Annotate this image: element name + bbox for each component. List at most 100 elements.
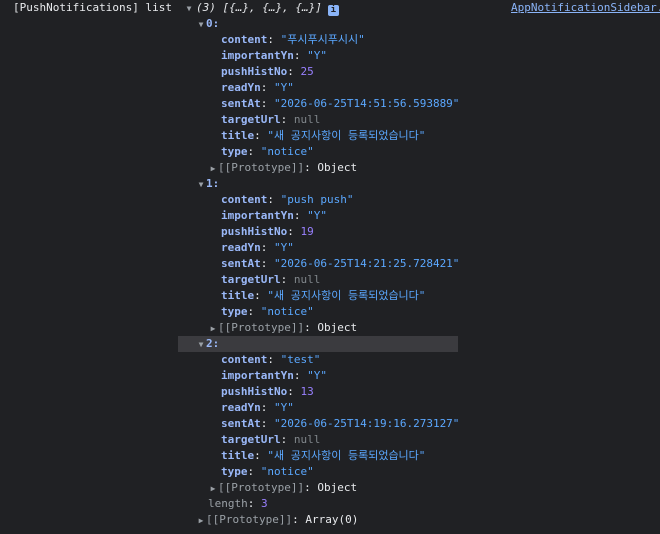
length-value: 3: [261, 497, 268, 510]
punctuation: :: [267, 193, 281, 206]
property: importantYn: "Y": [221, 48, 327, 64]
property: title: "새 공지사항이 등록되었습니다": [221, 448, 425, 464]
caret-right-icon: ▶: [210, 324, 216, 333]
punctuation: :: [304, 481, 318, 494]
property-value: "Y": [274, 81, 294, 94]
property-key: sentAt: [221, 417, 261, 430]
array-index-row: ▼ 2:: [178, 336, 458, 352]
property-row: type: "notice": [0, 304, 660, 320]
property-value: "Y": [307, 49, 327, 62]
punctuation: :: [247, 497, 261, 510]
property-row: content: "push push": [0, 192, 660, 208]
property-row: pushHistNo: 13: [0, 384, 660, 400]
property-row: targetUrl: null: [0, 272, 660, 288]
property-value: "notice": [260, 145, 314, 158]
property-value: "push push": [280, 193, 354, 206]
property-value: "notice": [260, 465, 314, 478]
property-value: "2026-06-25T14:21:25.728421": [274, 257, 460, 270]
caret-down-icon: ▼: [198, 340, 204, 349]
property-key: importantYn: [221, 369, 294, 382]
property: type: "notice": [221, 304, 314, 320]
property: content: "푸시푸시푸시시": [221, 32, 365, 48]
property-row: pushHistNo: 25: [0, 64, 660, 80]
property: type: "notice": [221, 144, 314, 160]
prototype-value: Object: [317, 321, 358, 334]
property: readYn: "Y": [221, 80, 294, 96]
property-row: readYn: "Y": [0, 80, 660, 96]
property-value: "test": [280, 353, 321, 366]
property: pushHistNo: 13: [221, 384, 314, 400]
property: importantYn: "Y": [221, 368, 327, 384]
property-key: title: [221, 449, 255, 462]
array-prototype-toggle[interactable]: ▶ [[Prototype]]: Array(0): [196, 512, 359, 529]
property-row: sentAt: "2026-06-25T14:19:16.273127": [0, 416, 660, 432]
punctuation: :: [247, 145, 261, 158]
property-value: "새 공지사항이 등록되었습니다": [267, 289, 426, 302]
property-value: "Y": [274, 401, 294, 414]
property-key: importantYn: [221, 49, 294, 62]
property-value: null: [293, 113, 321, 126]
punctuation: :: [280, 113, 294, 126]
property-row: title: "새 공지사항이 등록되었습니다": [0, 128, 660, 144]
length-row: length: 3: [0, 496, 660, 512]
punctuation: :: [287, 225, 301, 238]
punctuation: :: [247, 465, 261, 478]
array-toggle[interactable]: ▼ (3) [{…}, {…}, {…}] i: [184, 0, 339, 17]
log-label: [PushNotifications] list: [13, 1, 172, 14]
array-index-toggle[interactable]: ▼ 2:: [196, 336, 220, 353]
length-key: length: [208, 497, 248, 510]
prototype-toggle[interactable]: ▶ [[Prototype]]: Object: [208, 320, 358, 337]
property-key: sentAt: [221, 257, 261, 270]
source-link[interactable]: AppNotificationSidebar.: [511, 0, 660, 16]
array-index-toggle[interactable]: ▼ 0:: [196, 16, 220, 33]
property: readYn: "Y": [221, 240, 294, 256]
punctuation: :: [212, 177, 220, 190]
punctuation: :: [254, 129, 268, 142]
property: importantYn: "Y": [221, 208, 327, 224]
devtools-console: [PushNotifications] list ▼ (3) [{…}, {…},…: [0, 0, 660, 534]
property-value: null: [293, 433, 321, 446]
property-row: content: "test": [0, 352, 660, 368]
property: targetUrl: null: [221, 272, 320, 288]
property-row: type: "notice": [0, 144, 660, 160]
property: targetUrl: null: [221, 112, 320, 128]
property: sentAt: "2026-06-25T14:21:25.728421": [221, 256, 459, 272]
property: sentAt: "2026-06-25T14:19:16.273127": [221, 416, 459, 432]
property-row: targetUrl: null: [0, 432, 660, 448]
property-key: title: [221, 289, 255, 302]
property-value: 19: [300, 225, 314, 238]
property-value: "푸시푸시푸시시": [280, 33, 365, 46]
property-key: targetUrl: [221, 433, 281, 446]
array-index-row: ▼ 0:: [0, 16, 660, 32]
punctuation: :: [260, 417, 274, 430]
property-key: pushHistNo: [221, 225, 288, 238]
punctuation: :: [287, 385, 301, 398]
property-key: content: [221, 353, 268, 366]
array-index: 2: [206, 337, 213, 350]
property-key: sentAt: [221, 97, 261, 110]
punctuation: :: [254, 449, 268, 462]
property: content: "test": [221, 352, 320, 368]
info-icon[interactable]: i: [327, 5, 339, 16]
prototype-toggle[interactable]: ▶ [[Prototype]]: Object: [208, 160, 358, 177]
array-index-toggle[interactable]: ▼ 1:: [196, 176, 220, 193]
punctuation: :: [292, 513, 306, 526]
prototype-toggle[interactable]: ▶ [[Prototype]]: Object: [208, 480, 358, 497]
punctuation: :: [280, 433, 294, 446]
punctuation: :: [293, 49, 308, 62]
property-row: readYn: "Y": [0, 400, 660, 416]
property-key: pushHistNo: [221, 385, 288, 398]
punctuation: :: [212, 337, 220, 350]
property: pushHistNo: 19: [221, 224, 314, 240]
property-row: importantYn: "Y": [0, 208, 660, 224]
prototype-value: Object: [317, 161, 358, 174]
punctuation: :: [260, 401, 274, 414]
property-value: "2026-06-25T14:19:16.273127": [274, 417, 460, 430]
property: title: "새 공지사항이 등록되었습니다": [221, 128, 425, 144]
property-row: readYn: "Y": [0, 240, 660, 256]
property: content: "push push": [221, 192, 353, 208]
property: title: "새 공지사항이 등록되었습니다": [221, 288, 425, 304]
property-key: readYn: [221, 401, 261, 414]
array-prototype-value: Array(0): [305, 513, 359, 526]
prototype-key: [[Prototype]]: [218, 321, 305, 334]
